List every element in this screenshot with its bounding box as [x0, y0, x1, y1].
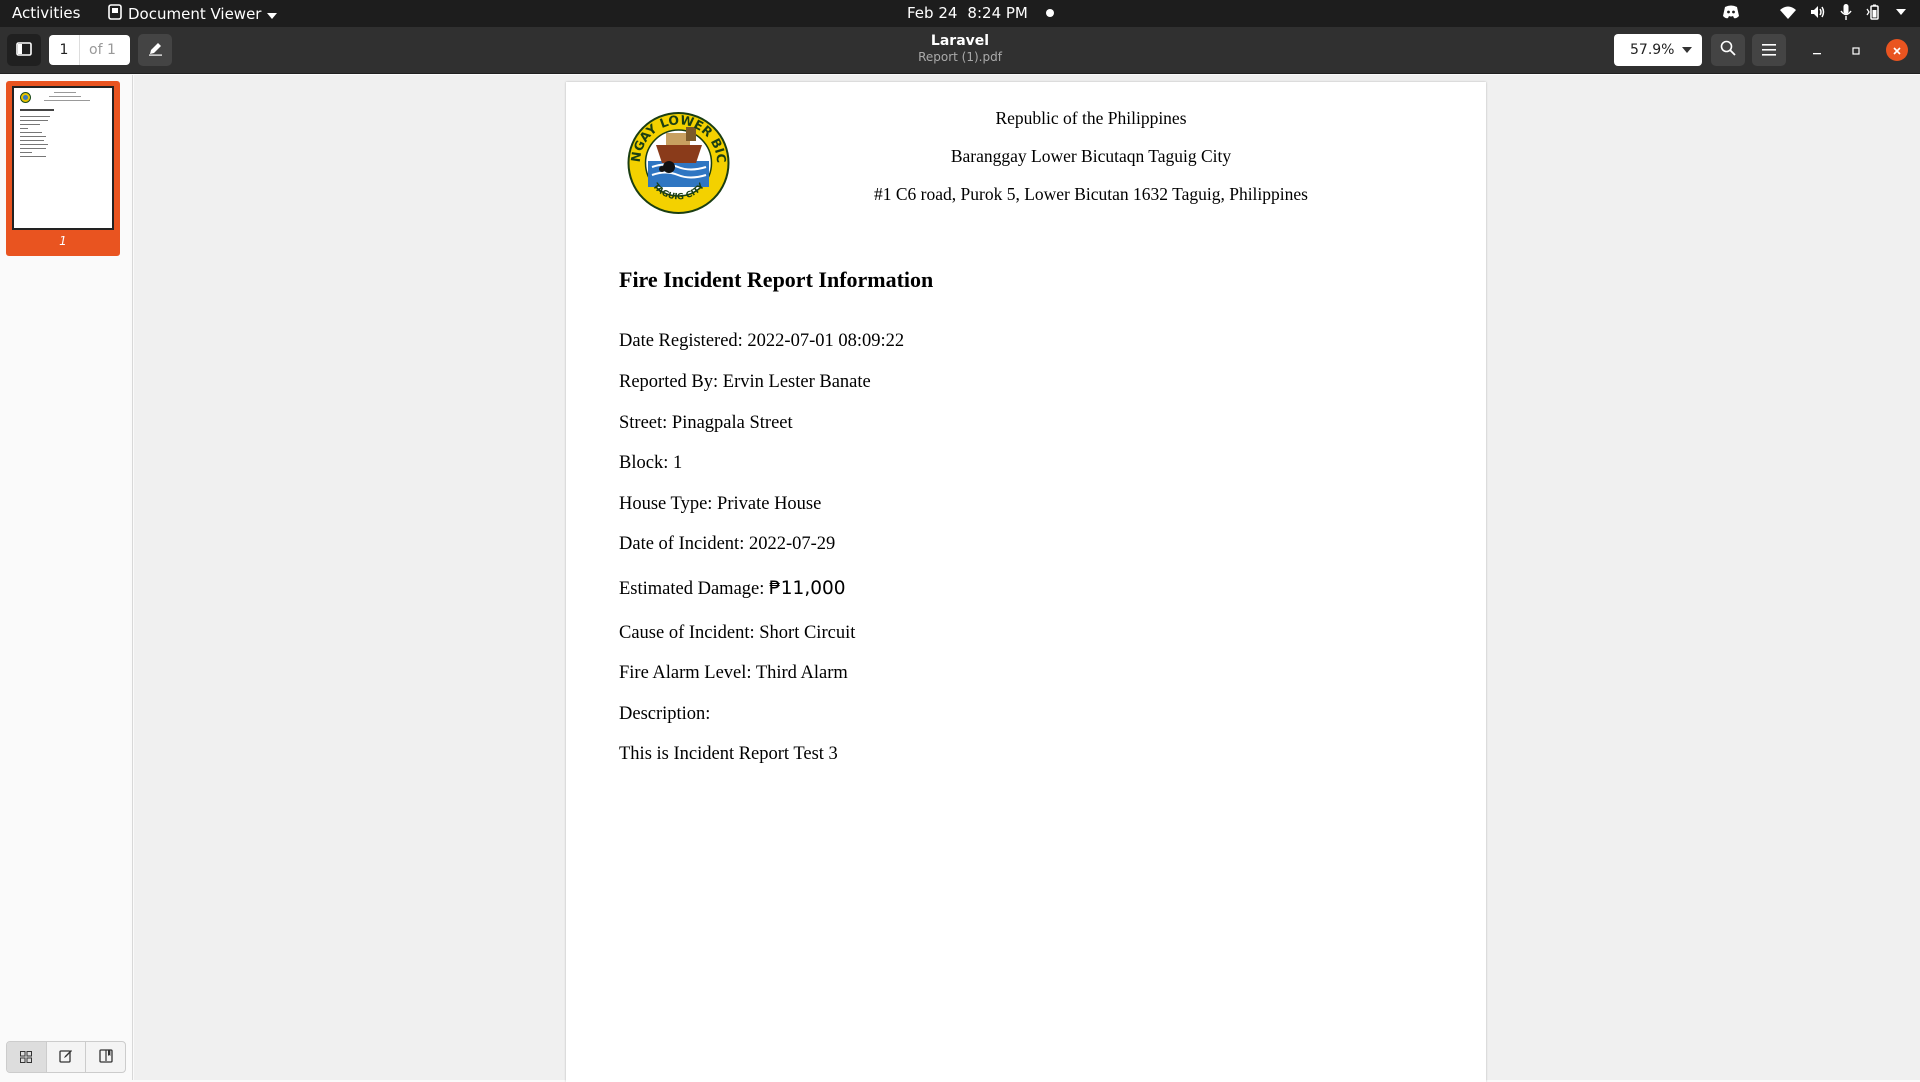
field-block: Block: 1	[619, 453, 683, 473]
field-reported-by: Reported By: Ervin Lester Banate	[619, 372, 871, 392]
document-viewer-app-icon	[108, 4, 122, 24]
field-description-label: Description:	[619, 704, 711, 724]
activities-button[interactable]: Activities	[12, 4, 80, 22]
thumbnail-line	[20, 109, 54, 111]
annotations-tab[interactable]	[47, 1042, 87, 1072]
system-tray[interactable]	[1722, 4, 1906, 20]
bookmark-icon	[99, 1048, 113, 1067]
field-date-registered: Date Registered: 2022-07-01 08:09:22	[619, 331, 905, 351]
bookmarks-tab[interactable]	[86, 1042, 125, 1072]
field-estimated-damage: Estimated Damage: ₱11,000	[619, 578, 846, 600]
document-title: Laravel	[930, 33, 990, 49]
zoom-selector[interactable]: 57.9%	[1614, 34, 1702, 66]
clock[interactable]: Feb 24 8:24 PM	[907, 4, 1054, 22]
thumbnail-line	[54, 92, 76, 93]
annotate-button[interactable]	[138, 34, 172, 66]
seal-thumbnail-icon	[20, 92, 31, 103]
minimize-button[interactable]	[1807, 40, 1827, 60]
sidebar-view-switcher	[6, 1041, 126, 1073]
field-date-of-incident: Date of Incident: 2022-07-29	[619, 534, 836, 554]
header-republic: Republic of the Philippines	[995, 108, 1187, 128]
chevron-down-icon	[1682, 47, 1692, 53]
wifi-icon[interactable]	[1780, 6, 1796, 19]
chevron-down-icon[interactable]	[1896, 9, 1906, 15]
thumbnail-line	[20, 132, 42, 133]
field-alarm-level: Fire Alarm Level: Third Alarm	[619, 663, 848, 683]
thumbnails-tab[interactable]	[7, 1042, 47, 1072]
search-icon	[1720, 40, 1736, 60]
battery-icon[interactable]	[1866, 4, 1882, 20]
hamburger-menu-icon	[1762, 41, 1776, 60]
thumbnail-line	[20, 152, 32, 153]
main-menu-button[interactable]	[1752, 34, 1786, 66]
header-bar: 1 of 1 Laravel Report (1).pdf 57.9%	[0, 27, 1920, 74]
thumbnail-line	[20, 140, 44, 141]
thumbnail-line	[20, 120, 48, 121]
chevron-down-icon	[267, 5, 278, 23]
header-barangay: Baranggay Lower Bicutaqn Taguig City	[950, 146, 1232, 166]
field-description: This is Incident Report Test 3	[619, 744, 838, 764]
thumbnail-line	[20, 136, 46, 137]
app-menu[interactable]: Document Viewer	[108, 4, 278, 24]
thumbnail-line	[20, 128, 28, 129]
estimated-damage-label: Estimated Damage:	[619, 579, 770, 599]
clock-date: Feb 24	[907, 4, 958, 22]
pencil-icon	[148, 41, 163, 60]
sidebar-toggle-button[interactable]	[7, 34, 41, 66]
current-page-input[interactable]: 1	[49, 35, 80, 65]
notification-dot-icon	[1045, 9, 1054, 17]
field-house-type: House Type: Private House	[619, 494, 822, 514]
thumbnail-line	[49, 96, 81, 97]
thumbnail-line	[44, 100, 90, 101]
close-button[interactable]	[1886, 39, 1908, 61]
document-view[interactable]: BARANGAY LOWER BICUTAN TAGUIG CITY Repub…	[134, 75, 1920, 1082]
pdf-page: BARANGAY LOWER BICUTAN TAGUIG CITY Repub…	[566, 82, 1486, 1082]
page-thumbnail-number: 1	[59, 234, 67, 248]
sidebar-toggle-icon	[16, 41, 32, 60]
document-filename: Report (1).pdf	[918, 50, 1002, 64]
barangay-seal-logo: BARANGAY LOWER BICUTAN TAGUIG CITY	[626, 105, 730, 214]
thumbnail-sidebar: 1	[0, 75, 133, 1080]
header-address: #1 C6 road, Purok 5, Lower Bicutan 1632 …	[874, 184, 1308, 204]
field-street: Street: Pinagpala Street	[619, 413, 793, 433]
volume-icon[interactable]	[1810, 5, 1826, 19]
report-title: Fire Incident Report Information	[619, 267, 934, 292]
thumbnail-line	[20, 116, 50, 117]
app-menu-label: Document Viewer	[128, 5, 262, 23]
minimize-icon	[1812, 41, 1822, 60]
system-top-bar: Activities Document Viewer Feb 24 8:24 P…	[0, 0, 1920, 27]
close-icon	[1892, 41, 1902, 60]
window-title: Laravel Report (1).pdf	[860, 33, 1060, 64]
search-button[interactable]	[1711, 34, 1745, 66]
zoom-value: 57.9%	[1630, 42, 1675, 58]
estimated-damage-value: ₱11,000	[769, 578, 846, 599]
maximize-button[interactable]	[1846, 40, 1866, 60]
edit-note-icon	[59, 1048, 73, 1067]
thumbnail-line	[20, 144, 48, 145]
field-cause: Cause of Incident: Short Circuit	[619, 623, 856, 643]
page-number-entry[interactable]: 1 of 1	[49, 35, 130, 65]
discord-icon[interactable]	[1722, 5, 1740, 19]
thumbnail-line	[20, 124, 40, 125]
page-thumbnail-selected[interactable]: 1	[6, 81, 120, 256]
thumbnail-line	[20, 156, 46, 157]
microphone-icon[interactable]	[1840, 4, 1852, 20]
grid-icon	[20, 1048, 33, 1067]
page-thumbnail-image	[12, 86, 114, 230]
clock-time: 8:24 PM	[967, 4, 1028, 22]
thumbnail-line	[20, 148, 46, 149]
total-pages-label: of 1	[89, 42, 116, 58]
maximize-icon	[1851, 41, 1861, 60]
